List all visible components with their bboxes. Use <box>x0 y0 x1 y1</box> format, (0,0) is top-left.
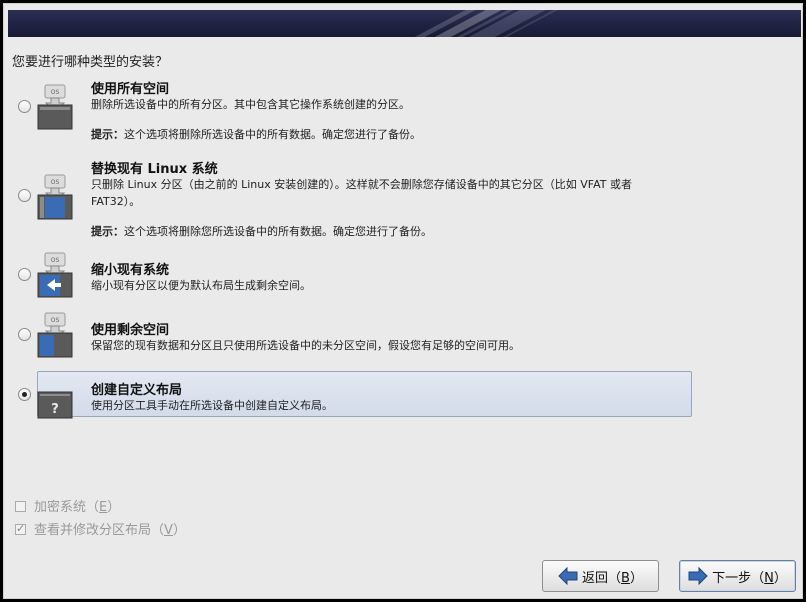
encrypt-system-checkbox[interactable]: 加密系统（E） <box>15 496 120 515</box>
option-tip: 提示：这个选项将删除您所选设备中的所有数据。确定您进行了备份。 <box>91 223 432 239</box>
next-arrow-icon <box>688 567 708 585</box>
drive-custom-icon: ? <box>37 391 73 419</box>
checkbox-mnemonic: （E） <box>86 500 121 515</box>
back-button-label: 返回 <box>582 570 609 586</box>
radio-shrink-current[interactable] <box>18 268 31 281</box>
back-arrow-icon <box>558 567 578 585</box>
option-title: 使用所有空间 <box>91 82 170 97</box>
option-description: 缩小现有分区以便为默认布局生成剩余空间。 <box>91 279 311 292</box>
svg-text:OS: OS <box>51 179 60 186</box>
back-button[interactable]: 返回 （B） <box>542 560 659 592</box>
checkbox-label: 加密系统 <box>34 500 87 515</box>
next-button-label: 下一步 <box>712 570 752 586</box>
option-description: 保留您的现有数据和分区且只使用所选设备中的未分区空间，假设您有足够的空间可用。 <box>91 339 520 352</box>
svg-text:?: ? <box>51 402 59 417</box>
drive-free-space-icon: OS <box>37 312 73 358</box>
checkbox-box[interactable] <box>15 501 26 512</box>
tip-text: 这个选项将删除所选设备中的所有数据。确定您进行了备份。 <box>124 128 421 141</box>
option-title: 替换现有 Linux 系统 <box>91 162 218 177</box>
option-title: 缩小现有系统 <box>91 263 170 278</box>
option-description: 只删除 Linux 分区（由之前的 Linux 安装创建的）。这样就不会删除您存… <box>91 178 632 208</box>
header-banner <box>8 10 801 37</box>
svg-text:OS: OS <box>51 89 60 96</box>
radio-use-all-space[interactable] <box>18 100 31 113</box>
svg-text:OS: OS <box>51 317 60 324</box>
option-title: 创建自定义布局 <box>91 383 183 398</box>
tip-text: 这个选项将删除您所选设备中的所有数据。确定您进行了备份。 <box>124 225 432 238</box>
drive-replace-icon: OS <box>37 174 73 220</box>
tip-label: 提示： <box>91 128 124 141</box>
checkbox-mnemonic: （V） <box>151 523 186 538</box>
install-type-question: 您要进行哪种类型的安装？ <box>12 55 169 70</box>
radio-custom-layout[interactable] <box>18 388 31 401</box>
option-tip: 提示：这个选项将删除所选设备中的所有数据。确定您进行了备份。 <box>91 126 421 142</box>
radio-replace-linux[interactable] <box>18 189 31 202</box>
drive-wipe-icon: OS <box>37 84 73 130</box>
option-description: 删除所选设备中的所有分区。其中包含其它操作系统创建的分区。 <box>91 98 410 111</box>
drive-shrink-icon: OS <box>37 252 73 298</box>
option-title: 使用剩余空间 <box>91 323 170 338</box>
radio-use-free-space[interactable] <box>18 328 31 341</box>
checkbox-box[interactable] <box>15 522 26 535</box>
option-description: 使用分区工具手动在所选设备中创建自定义布局。 <box>91 399 333 412</box>
tip-label: 提示： <box>91 225 124 238</box>
checkbox-label: 查看并修改分区布局 <box>34 523 152 538</box>
review-layout-checkbox[interactable]: 查看并修改分区布局（V） <box>15 519 186 538</box>
next-button[interactable]: 下一步 （N） <box>679 560 796 592</box>
installer-window: 您要进行哪种类型的安装？ OS 使用所有空间 删除所选设备中的所有分区。其中包含… <box>3 3 803 599</box>
svg-text:OS: OS <box>51 257 60 264</box>
